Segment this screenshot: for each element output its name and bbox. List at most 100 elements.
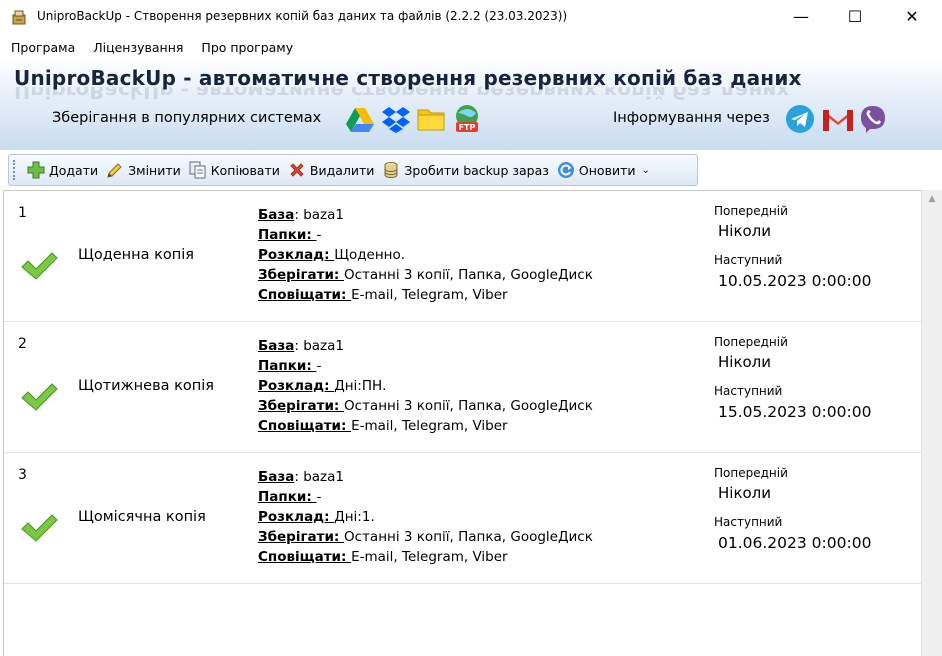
job-details: База: baza1 Папки: - Розклад: Дні:1. Збе…: [258, 467, 593, 567]
toolbar: Додати Змінити Копіювати Видалити Зробит…: [8, 154, 698, 186]
copy-icon: [189, 161, 206, 179]
notify-value: E-mail, Telegram, Viber: [351, 418, 508, 434]
folders-value: -: [316, 358, 322, 374]
backup-job-list[interactable]: 1 Щоденна копія База: baza1 Папки: - Роз…: [3, 190, 922, 656]
base-value: : baza1: [294, 207, 344, 223]
previous-value: Ніколи: [718, 222, 772, 240]
folders-label: Папки:: [258, 489, 317, 505]
job-name: Щомісячна копія: [78, 509, 206, 525]
storage-text: Зберігання в популярних системах: [52, 110, 322, 126]
next-value: 01.06.2023 0:00:00: [718, 534, 872, 552]
folders-label: Папки:: [258, 227, 317, 243]
folder-icon: [417, 109, 445, 131]
app-icon: [12, 10, 26, 25]
copy-button-label: Копіювати: [210, 162, 280, 178]
dropbox-icon: [382, 107, 410, 133]
folders-label: Папки:: [258, 358, 317, 374]
database-icon: [384, 162, 398, 179]
banner-title-reflection: UniproBackUp - автоматичне створення рез…: [14, 87, 790, 103]
schedule-label: Розклад:: [258, 509, 335, 525]
schedule-label: Розклад:: [258, 247, 335, 263]
notify-label: Сповіщати:: [258, 418, 352, 434]
store-value: Останні 3 копії, Папка, GoogleДиск: [344, 267, 593, 283]
minimize-button[interactable]: —: [778, 0, 824, 32]
folders-value: -: [316, 489, 322, 505]
notify-label: Сповіщати:: [258, 549, 352, 565]
previous-value: Ніколи: [718, 353, 772, 371]
banner: UniproBackUp - автоматичне створення рез…: [0, 60, 942, 150]
store-label: Зберігати:: [258, 398, 345, 414]
telegram-icon: [786, 105, 814, 133]
scroll-up-icon[interactable]: ▲: [922, 190, 942, 208]
edit-button-label: Змінити: [128, 162, 181, 178]
ftp-icon: FTP: [456, 105, 478, 132]
gmail-icon: [823, 110, 853, 131]
toolbar-grip[interactable]: [13, 160, 19, 180]
edit-button[interactable]: Змінити: [106, 161, 181, 179]
copy-button[interactable]: Копіювати: [189, 161, 280, 179]
next-value: 10.05.2023 0:00:00: [718, 272, 872, 290]
job-row-2[interactable]: 2 Щотижнева копія База: baza1 Папки: - Р…: [4, 322, 922, 453]
backup-now-button[interactable]: Зробити backup зараз: [382, 161, 549, 179]
next-value: 15.05.2023 0:00:00: [718, 403, 872, 421]
job-name: Щотижнева копія: [78, 378, 214, 394]
add-button-label: Додати: [49, 162, 99, 178]
vertical-scrollbar[interactable]: ▲: [921, 190, 942, 656]
schedule-value: Щоденно.: [334, 247, 406, 263]
job-number: 1: [18, 205, 27, 221]
job-number: 2: [18, 336, 27, 352]
window-title: UniproBackUp - Створення резервних копій…: [37, 9, 568, 23]
job-row-1[interactable]: 1 Щоденна копія База: baza1 Папки: - Роз…: [4, 191, 922, 322]
checkmark-icon: [21, 514, 58, 542]
pencil-icon: [107, 163, 122, 178]
menu-about[interactable]: Про програму: [191, 38, 293, 58]
schedule-value: Дні:ПН.: [334, 378, 387, 394]
job-details: База: baza1 Папки: - Розклад: Дні:ПН. Зб…: [258, 336, 593, 436]
base-label: База: [258, 207, 295, 223]
notify-label: Сповіщати:: [258, 287, 352, 303]
ftp-label: FTP: [459, 123, 476, 132]
refresh-icon: [557, 162, 574, 178]
menu-licensing[interactable]: Ліцензування: [83, 38, 183, 58]
menu-bar: Програма Ліцензування Про програму: [0, 38, 942, 58]
delete-x-icon: [290, 163, 304, 177]
checkmark-icon: [21, 252, 58, 280]
backup-now-button-label: Зробити backup зараз: [404, 162, 549, 178]
next-label: Наступний: [714, 515, 783, 529]
store-value: Останні 3 копії, Папка, GoogleДиск: [344, 529, 593, 545]
schedule-label: Розклад:: [258, 378, 335, 394]
schedule-value: Дні:1.: [334, 509, 375, 525]
viber-icon: [861, 106, 885, 133]
delete-button-label: Видалити: [309, 162, 375, 178]
notify-text: Інформування через: [613, 110, 770, 126]
base-label: База: [258, 338, 295, 354]
folders-value: -: [316, 227, 322, 243]
add-button[interactable]: Додати: [27, 161, 98, 179]
job-number: 3: [18, 467, 27, 483]
delete-button[interactable]: Видалити: [288, 161, 375, 179]
close-button[interactable]: ✕: [889, 0, 935, 32]
job-details: База: baza1 Папки: - Розклад: Щоденно. З…: [258, 205, 593, 305]
job-row-3[interactable]: 3 Щомісячна копія База: baza1 Папки: - Р…: [4, 453, 922, 584]
store-value: Останні 3 копії, Папка, GoogleДиск: [344, 398, 593, 414]
base-value: : baza1: [294, 469, 344, 485]
store-label: Зберігати:: [258, 529, 345, 545]
refresh-button[interactable]: Оновити: [557, 161, 636, 179]
previous-label: Попередній: [714, 204, 788, 218]
job-name: Щоденна копія: [78, 247, 194, 263]
refresh-button-label: Оновити: [578, 162, 636, 178]
previous-label: Попередній: [714, 335, 788, 349]
next-label: Наступний: [714, 384, 783, 398]
toolbar-overflow-icon[interactable]: ⌄: [641, 165, 649, 176]
base-label: База: [258, 469, 295, 485]
previous-label: Попередній: [714, 466, 788, 480]
title-bar: UniproBackUp - Створення резервних копій…: [0, 0, 942, 34]
base-value: : baza1: [294, 338, 344, 354]
notify-value: E-mail, Telegram, Viber: [351, 287, 508, 303]
previous-value: Ніколи: [718, 484, 772, 502]
maximize-button[interactable]: ☐: [832, 0, 878, 32]
menu-program[interactable]: Програма: [0, 38, 75, 58]
next-label: Наступний: [714, 253, 783, 267]
plus-icon: [27, 161, 45, 179]
notify-value: E-mail, Telegram, Viber: [351, 549, 508, 565]
